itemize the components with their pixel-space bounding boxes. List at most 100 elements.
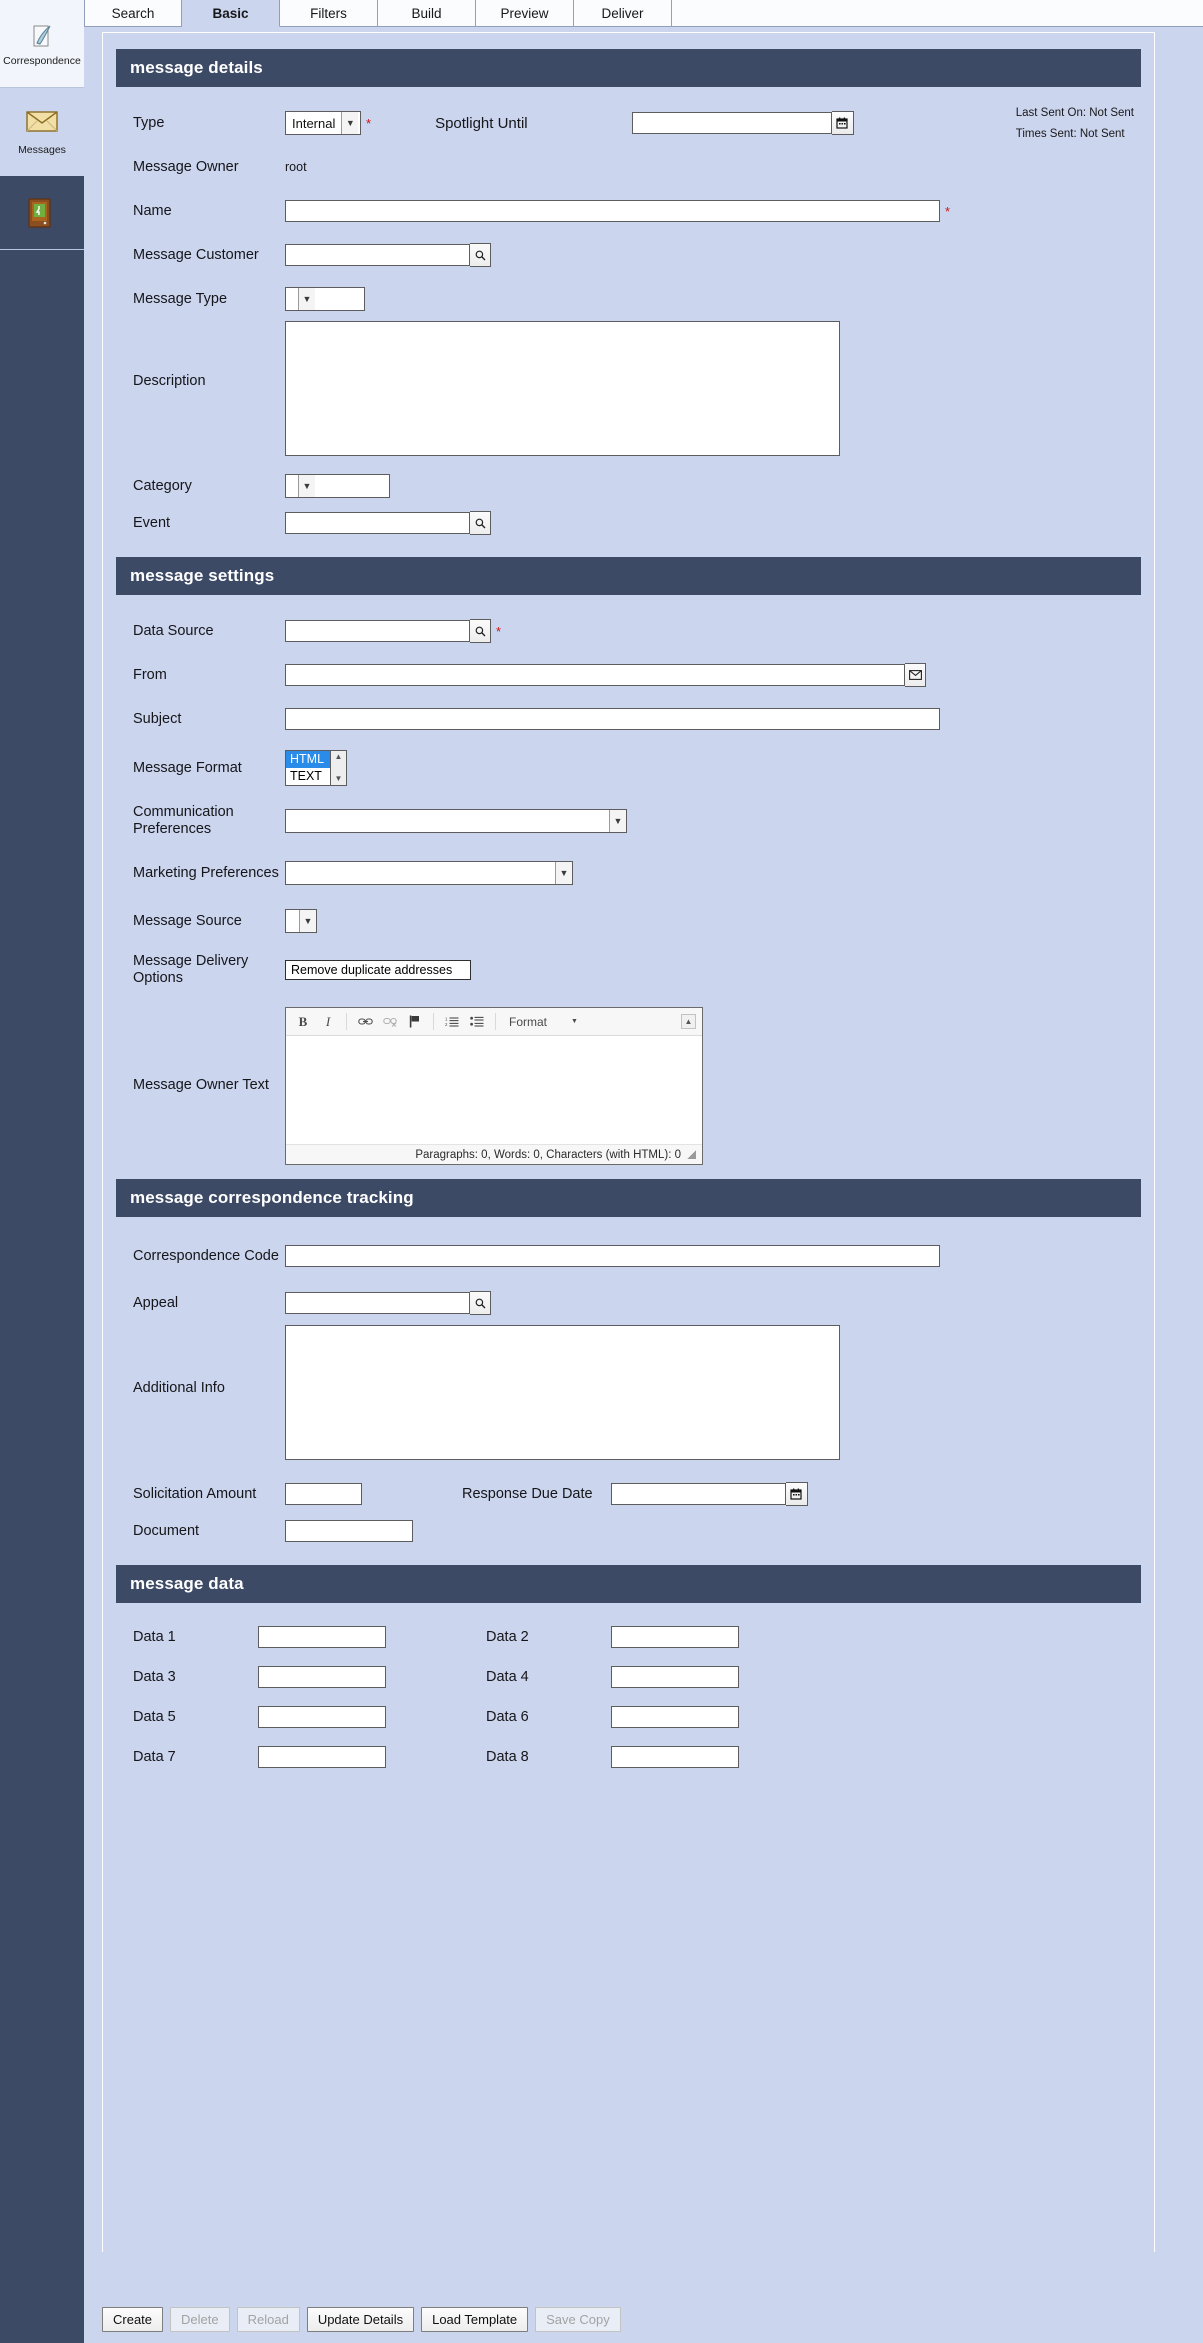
description-textarea[interactable]	[285, 321, 840, 456]
message-format-option-html[interactable]: HTML	[286, 751, 330, 768]
data-5-label: Data 5	[133, 1708, 176, 1725]
response-due-date-input[interactable]	[610, 1483, 786, 1505]
event-label: Event	[133, 514, 171, 531]
data-cell-4: Data 4	[486, 1666, 739, 1688]
spotlight-until-label: Spotlight Until	[435, 114, 528, 132]
calendar-icon[interactable]	[785, 1482, 808, 1506]
link-icon[interactable]	[354, 1011, 376, 1033]
message-owner-text-label: Message Owner Text	[133, 1077, 269, 1093]
load-template-button[interactable]: Load Template	[421, 2306, 529, 2332]
exit-door-icon	[25, 196, 59, 230]
tab-preview[interactable]: Preview	[476, 0, 574, 27]
scroll-down-icon[interactable]: ▼	[335, 773, 343, 785]
data-7-input[interactable]	[258, 1746, 386, 1768]
spotlight-until-input[interactable]	[631, 112, 832, 134]
format-dropdown[interactable]: Format ▼	[509, 1015, 578, 1029]
calendar-icon[interactable]	[831, 111, 854, 135]
data-3-input[interactable]	[258, 1666, 386, 1688]
message-type-select[interactable]: ▼	[285, 287, 365, 311]
subject-input[interactable]	[285, 708, 940, 730]
data-2-input[interactable]	[611, 1626, 739, 1648]
chevron-down-icon: ▼	[571, 1018, 578, 1025]
tab-basic[interactable]: Basic	[182, 0, 280, 27]
type-select[interactable]: Internal ▼	[285, 111, 361, 135]
section-body-message-data: Data 1 Data 2 Data 3 Data 4 Data 5 Data …	[103, 1603, 1154, 1801]
data-cell-1: Data 1	[133, 1626, 386, 1648]
row-name: Name *	[103, 189, 1154, 233]
delete-button: Delete	[170, 2306, 230, 2332]
tab-filters[interactable]: Filters	[280, 0, 378, 27]
numbered-list-icon[interactable]: 1 2	[441, 1011, 463, 1033]
solicitation-amount-input[interactable]	[285, 1483, 362, 1505]
solicitation-amount-label: Solicitation Amount	[133, 1485, 257, 1502]
search-icon[interactable]	[470, 1291, 491, 1315]
last-sent-label: Last Sent On:	[1015, 106, 1087, 119]
listbox-scrollbar[interactable]: ▲ ▼	[331, 750, 347, 786]
editor-body[interactable]	[286, 1036, 702, 1144]
envelope-lookup-icon[interactable]	[905, 663, 926, 687]
message-source-select[interactable]: ▼	[285, 909, 317, 933]
collapse-toolbar-icon[interactable]: ▲	[681, 1014, 696, 1029]
correspondence-code-input[interactable]	[285, 1245, 940, 1267]
message-format-listbox[interactable]: HTML TEXT ▲ ▼	[285, 750, 347, 786]
save-copy-button: Save Copy	[535, 2306, 621, 2332]
create-button[interactable]: Create	[102, 2306, 164, 2332]
delivery-option-item[interactable]: Remove duplicate addresses	[285, 960, 471, 980]
sidebar-item-label: Correspondence	[3, 55, 81, 68]
bold-icon[interactable]: B	[292, 1011, 314, 1033]
tab-search[interactable]: Search	[84, 0, 182, 27]
name-input[interactable]	[285, 200, 940, 222]
data-cell-8: Data 8	[486, 1746, 739, 1768]
tab-bar: Search Basic Filters Build Preview Deliv…	[84, 0, 1203, 27]
message-format-option-text[interactable]: TEXT	[286, 768, 330, 785]
update-details-button[interactable]: Update Details	[306, 2306, 415, 2332]
communication-preferences-label: Communication Preferences	[133, 804, 234, 837]
additional-info-textarea[interactable]	[285, 1325, 840, 1460]
search-icon[interactable]	[470, 243, 491, 267]
data-7-label: Data 7	[133, 1748, 176, 1765]
data-8-input[interactable]	[611, 1746, 739, 1768]
marketing-preferences-select[interactable]: ▼	[285, 861, 573, 885]
row-solicitation-response: Solicitation Amount Response Due Date	[103, 1465, 1154, 1509]
data-2-label: Data 2	[486, 1628, 529, 1645]
row-message-type: Message Type ▼	[103, 277, 1154, 321]
document-input[interactable]	[285, 1520, 413, 1542]
response-due-date-control	[610, 1482, 808, 1506]
search-icon[interactable]	[470, 511, 491, 535]
search-icon[interactable]	[470, 619, 491, 643]
appeal-input[interactable]	[285, 1292, 470, 1314]
reload-button: Reload	[236, 2306, 300, 2332]
resize-grip-icon[interactable]	[687, 1150, 696, 1159]
scroll-up-icon[interactable]: ▲	[335, 751, 343, 763]
bulleted-list-icon[interactable]	[466, 1011, 488, 1033]
data-4-input[interactable]	[611, 1666, 739, 1688]
row-data-source: Data Source *	[103, 609, 1154, 653]
data-source-input[interactable]	[285, 620, 470, 642]
data-cell-6: Data 6	[486, 1706, 739, 1728]
anchor-flag-icon[interactable]	[404, 1011, 426, 1033]
sidebar-item-correspondence[interactable]: Correspondence	[0, 0, 84, 88]
sidebar-item-messages[interactable]: Messages	[0, 88, 84, 176]
sidebar-item-exit[interactable]	[0, 176, 84, 250]
section-header-message-settings: message settings	[116, 557, 1141, 595]
subject-label: Subject	[133, 710, 182, 727]
category-select[interactable]: ▼	[285, 474, 390, 498]
data-1-input[interactable]	[258, 1626, 386, 1648]
chevron-down-icon: ▼	[299, 910, 316, 932]
row-message-delivery-options: Message Delivery Options Remove duplicat…	[103, 943, 1154, 997]
event-input[interactable]	[285, 512, 470, 534]
message-customer-control	[285, 243, 491, 267]
event-control	[285, 511, 491, 535]
italic-icon[interactable]: I	[317, 1011, 339, 1033]
communication-preferences-select[interactable]: ▼	[285, 809, 627, 833]
from-input[interactable]	[285, 664, 905, 686]
from-label: From	[133, 666, 167, 683]
message-customer-input[interactable]	[285, 244, 470, 266]
unlink-icon[interactable]	[379, 1011, 401, 1033]
data-6-input[interactable]	[611, 1706, 739, 1728]
data-5-input[interactable]	[258, 1706, 386, 1728]
tab-build[interactable]: Build	[378, 0, 476, 27]
tab-deliver[interactable]: Deliver	[574, 0, 672, 27]
row-category: Category ▼	[103, 457, 1154, 501]
message-format-options[interactable]: HTML TEXT	[285, 750, 331, 786]
